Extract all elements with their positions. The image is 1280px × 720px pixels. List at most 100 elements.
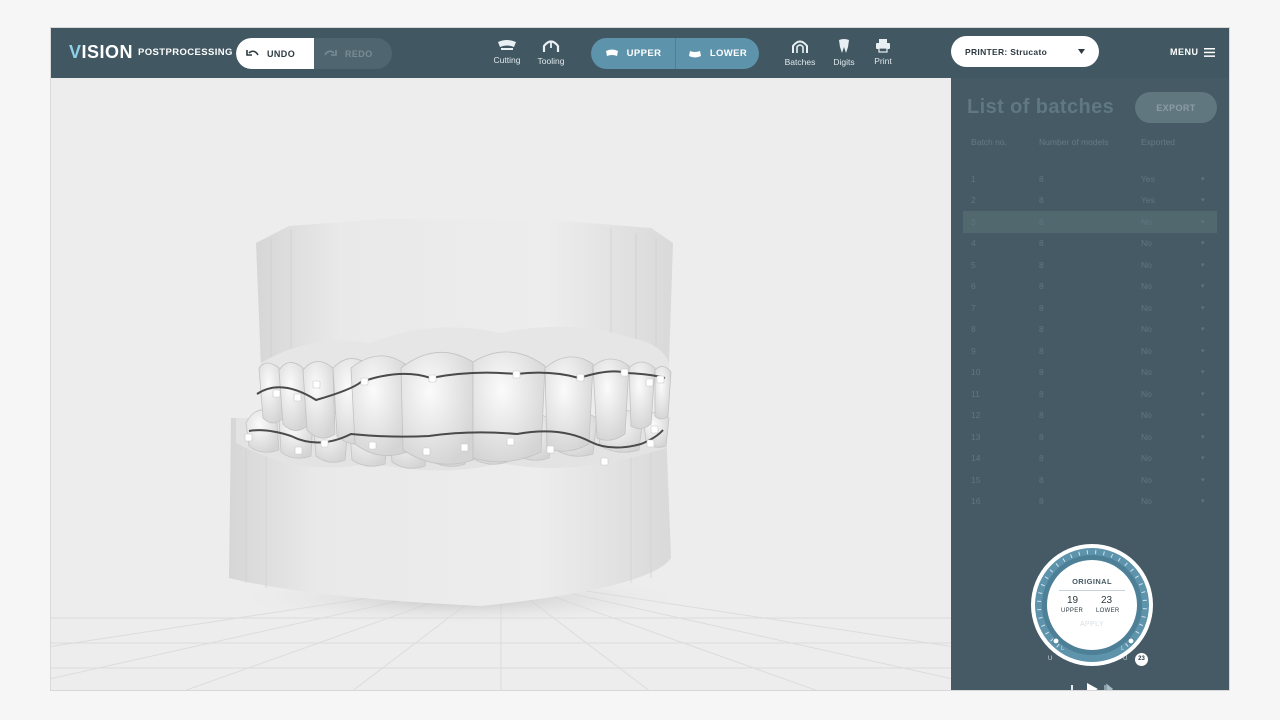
table-row[interactable]: 3 8 No ▾: [963, 211, 1217, 233]
row-expand-icon[interactable]: ▾: [1201, 433, 1205, 441]
batch-number-cell: 3: [971, 216, 976, 227]
table-row[interactable]: 15 8 No ▾: [963, 469, 1217, 491]
batch-number-cell: 10: [971, 367, 981, 378]
upper-jaw-button[interactable]: UPPER: [591, 38, 675, 69]
dental-model-scene: [51, 78, 951, 690]
batch-number-cell: 9: [971, 345, 976, 356]
section-title: POSTPROCESSING: [138, 47, 233, 58]
tooling-icon: [542, 40, 560, 52]
exported-cell: No: [1141, 474, 1152, 485]
row-expand-icon[interactable]: ▾: [1201, 175, 1205, 183]
printer-label: PRINTER: Strucato: [965, 46, 1048, 57]
table-row[interactable]: 4 8 No ▾: [963, 233, 1217, 255]
table-row[interactable]: 11 8 No ▾: [963, 383, 1217, 405]
row-expand-icon[interactable]: ▾: [1201, 282, 1205, 290]
row-expand-icon[interactable]: ▾: [1201, 454, 1205, 462]
exported-cell: Yes: [1141, 195, 1155, 206]
exported-cell: No: [1141, 496, 1152, 507]
apply-button[interactable]: APPLY: [1051, 621, 1133, 628]
cutting-icon: [498, 40, 516, 50]
tool-print[interactable]: Print: [861, 38, 905, 66]
model-count-cell: 8: [1039, 259, 1044, 270]
tool-cutting[interactable]: Cutting: [485, 38, 529, 65]
table-row[interactable]: 12 8 No ▾: [963, 405, 1217, 427]
table-row[interactable]: 6 8 No ▾: [963, 276, 1217, 298]
row-expand-icon[interactable]: ▾: [1201, 476, 1205, 484]
exported-cell: No: [1141, 410, 1152, 421]
model-viewport[interactable]: [51, 78, 951, 690]
undo-button[interactable]: UNDO: [236, 38, 314, 69]
batch-number-cell: 1: [971, 173, 976, 184]
column-header-models: Number of models: [1039, 137, 1109, 147]
upper-jaw-label: UPPER: [626, 48, 662, 59]
tool-digits[interactable]: Digits: [822, 38, 866, 67]
top-bar: VISION POSTPROCESSING UNDO REDO Cutting …: [51, 28, 1229, 78]
table-row[interactable]: 9 8 No ▾: [963, 340, 1217, 362]
row-expand-icon[interactable]: ▾: [1201, 218, 1205, 226]
model-count-cell: 8: [1039, 474, 1044, 485]
undo-icon: [246, 49, 259, 56]
row-expand-icon[interactable]: ▾: [1201, 325, 1205, 333]
model-count-cell: 8: [1039, 453, 1044, 464]
model-count-cell: 8: [1039, 281, 1044, 292]
row-expand-icon[interactable]: ▾: [1201, 368, 1205, 376]
batches-panel: List of batches EXPORT Batch no. Number …: [951, 78, 1229, 690]
export-button[interactable]: EXPORT: [1135, 92, 1217, 123]
table-row[interactable]: 2 8 Yes ▾: [963, 190, 1217, 212]
panel-title: List of batches: [967, 96, 1115, 118]
model-count-cell: 8: [1039, 345, 1044, 356]
chevron-down-icon: [1078, 49, 1085, 54]
row-expand-icon[interactable]: ▾: [1201, 304, 1205, 312]
undo-label: UNDO: [267, 48, 296, 59]
exported-cell: No: [1141, 453, 1152, 464]
table-row[interactable]: 1 8 Yes ▾: [963, 168, 1217, 190]
batch-number-cell: 2: [971, 195, 976, 206]
table-row[interactable]: 14 8 No ▾: [963, 448, 1217, 470]
row-expand-icon[interactable]: ▾: [1201, 239, 1205, 247]
digits-icon: [839, 39, 849, 53]
printer-select[interactable]: PRINTER: Strucato: [951, 36, 1099, 67]
model-count-cell: 8: [1039, 302, 1044, 313]
lower-step-label: LOWER: [1096, 608, 1120, 614]
playback-controls: [1071, 682, 1115, 690]
model-count-cell: 8: [1039, 195, 1044, 206]
tool-batches[interactable]: Batches: [778, 38, 822, 67]
dial-right-u: U: [1123, 656, 1128, 662]
step-dial[interactable]: ORIGINAL 19 23 UPPER LOWER APPLY U L L U…: [1027, 541, 1157, 671]
redo-button[interactable]: REDO: [314, 38, 392, 69]
tool-batches-label: Batches: [784, 57, 816, 67]
dial-left-l: L: [1061, 646, 1065, 652]
column-header-batch: Batch no.: [971, 137, 1007, 147]
app-window: VISION POSTPROCESSING UNDO REDO Cutting …: [50, 27, 1230, 691]
step-badge: 23: [1135, 653, 1148, 666]
row-expand-icon[interactable]: ▾: [1201, 196, 1205, 204]
batches-table: 1 8 Yes ▾ 2 8 Yes ▾ 3 8 No ▾ 4 8 No ▾ 5 8 No ▾ 6 8 No ▾ 7 8 No ▾ 8 8 N…: [963, 168, 1217, 512]
table-row[interactable]: 7 8 No ▾: [963, 297, 1217, 319]
dial-mode-label: ORIGINAL: [1072, 577, 1112, 586]
tool-tooling[interactable]: Tooling: [529, 38, 573, 66]
redo-icon: [324, 49, 337, 56]
batch-number-cell: 7: [971, 302, 976, 313]
table-row[interactable]: 8 8 No ▾: [963, 319, 1217, 341]
row-expand-icon[interactable]: ▾: [1201, 411, 1205, 419]
dial-left-u: U: [1048, 656, 1053, 662]
lower-step-value: 23: [1101, 595, 1113, 606]
table-row[interactable]: 5 8 No ▾: [963, 254, 1217, 276]
table-row[interactable]: 13 8 No ▾: [963, 426, 1217, 448]
table-row[interactable]: 10 8 No ▾: [963, 362, 1217, 384]
lower-jaw-button[interactable]: LOWER: [675, 38, 759, 69]
row-expand-icon[interactable]: ▾: [1201, 347, 1205, 355]
dial-right-l: L: [1121, 646, 1125, 652]
table-row[interactable]: 16 8 No ▾: [963, 491, 1217, 513]
row-expand-icon[interactable]: ▾: [1201, 497, 1205, 505]
row-expand-icon[interactable]: ▾: [1201, 390, 1205, 398]
menu-button[interactable]: MENU: [1170, 47, 1215, 57]
batch-number-cell: 14: [971, 453, 981, 464]
dial-center: ORIGINAL 19 23 UPPER LOWER APPLY: [1051, 563, 1133, 645]
model-count-cell: 8: [1039, 431, 1044, 442]
hamburger-icon: [1203, 47, 1215, 57]
model-count-cell: 8: [1039, 238, 1044, 249]
logo: VISION: [69, 42, 134, 62]
row-expand-icon[interactable]: ▾: [1201, 261, 1205, 269]
batch-number-cell: 8: [971, 324, 976, 335]
